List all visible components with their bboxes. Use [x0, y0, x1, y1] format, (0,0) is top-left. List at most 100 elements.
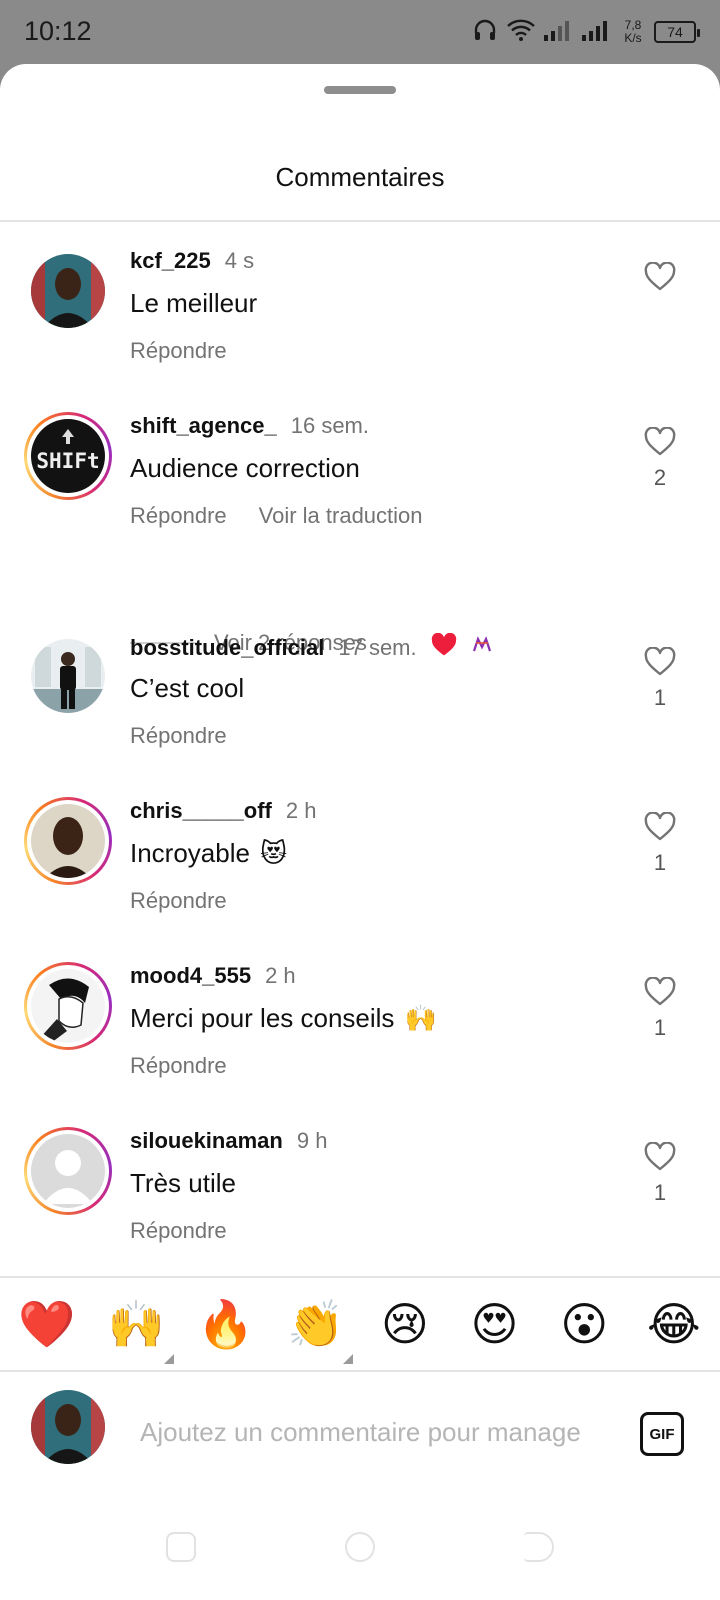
wifi-icon	[506, 18, 536, 47]
network-speed-value: 7,8	[624, 18, 642, 32]
network-speed: 7,8 K/s	[620, 19, 646, 45]
comment-text: Incroyable	[130, 838, 250, 868]
reply-button[interactable]: Répondre	[130, 888, 227, 914]
comments-sheet: Commentaires kcf_225 4 s Le meilleur Rép…	[0, 64, 720, 1600]
status-icons: 7,8 K/s 74	[472, 14, 700, 50]
current-user-avatar	[31, 1390, 105, 1464]
comment-time: 17 sem.	[338, 635, 417, 660]
like-button[interactable]: 1	[636, 1142, 684, 1206]
battery-icon: 74	[654, 21, 700, 43]
comment-item: chris_____off 2 h Incroyable 😻 Répondre …	[0, 794, 720, 934]
status-bar: 10:12 7,8 K/s 74	[0, 0, 720, 64]
like-count: 1	[653, 850, 667, 875]
system-nav-bar	[0, 1484, 720, 1600]
reply-button[interactable]: Répondre	[130, 723, 227, 749]
comment-item: kcf_225 4 s Le meilleur Répondre	[0, 244, 720, 384]
comment-time: 4 s	[224, 248, 255, 273]
comment-item: SHIFt shift_agence_ 16 sem. Audience cor…	[0, 409, 720, 549]
drag-handle[interactable]	[324, 86, 396, 94]
comment-text: Le meilleur	[130, 288, 258, 318]
avatar[interactable]	[24, 962, 112, 1050]
comments-list[interactable]: kcf_225 4 s Le meilleur Répondre SHIFt s…	[0, 222, 720, 1276]
emoji-crying-button[interactable]: 😢	[377, 1296, 433, 1352]
reply-button[interactable]: Répondre	[130, 338, 227, 364]
emoji-clap-button[interactable]: 👏	[287, 1296, 354, 1364]
comment-composer: GIF	[0, 1372, 720, 1484]
heart-outline-icon	[644, 1142, 676, 1171]
comment-username[interactable]: chris_____off	[130, 798, 272, 824]
sheet-title: Commentaires	[275, 162, 445, 192]
reply-button[interactable]: Répondre	[130, 1218, 227, 1244]
gif-button[interactable]: GIF	[640, 1412, 684, 1456]
like-count: 1	[653, 1015, 667, 1040]
comment-input[interactable]	[140, 1410, 610, 1454]
comment-item: bosstitude_official 17 sem. C’est cool R…	[0, 629, 720, 769]
avatar-photo	[31, 804, 105, 878]
like-button[interactable]: 1	[636, 977, 684, 1041]
home-button[interactable]	[345, 1532, 375, 1562]
signal-icon	[544, 19, 574, 46]
avatar[interactable]	[24, 797, 112, 885]
comment-emoji: 🙌	[404, 1003, 437, 1034]
skin-tone-indicator	[163, 1354, 174, 1364]
heart-outline-icon	[644, 262, 676, 291]
heart-outline-icon	[644, 977, 676, 1006]
comment-username[interactable]: shift_agence_	[130, 413, 277, 439]
reply-button[interactable]: Répondre	[130, 1053, 227, 1079]
like-count: 1	[653, 1180, 667, 1205]
heart-outline-icon	[644, 647, 676, 676]
comment-emoji: 😻	[259, 838, 288, 869]
signal-icon-2	[582, 19, 612, 46]
back-button[interactable]	[524, 1532, 554, 1562]
avatar[interactable]: SHIFt	[24, 412, 112, 500]
headphones-icon	[472, 17, 498, 48]
like-count: 2	[653, 465, 667, 490]
emoji-heart-button[interactable]: ❤️	[18, 1296, 75, 1352]
like-button[interactable]: 2	[636, 427, 684, 491]
emoji-heart-eyes-button[interactable]: 😍	[467, 1296, 523, 1352]
comment-item: mood4_555 2 h Merci pour les conseils 🙌 …	[0, 959, 720, 1099]
avatar-photo: SHIFt	[31, 419, 105, 493]
heart-outline-icon	[644, 427, 676, 456]
network-speed-unit: K/s	[624, 31, 642, 45]
gif-label: GIF	[649, 1425, 675, 1443]
comment-text: Merci pour les conseils	[130, 1003, 395, 1033]
recent-apps-button[interactable]	[166, 1532, 196, 1562]
comment-username[interactable]: mood4_555	[130, 963, 251, 989]
see-translation-button[interactable]: Voir la traduction	[259, 503, 423, 529]
avatar[interactable]	[31, 254, 105, 328]
comment-text: Très utile	[130, 1168, 236, 1198]
comment-username[interactable]: kcf_225	[130, 248, 211, 274]
avatar-photo	[31, 254, 105, 328]
emoji-raising-hands-label: 🙌	[107, 1297, 165, 1351]
comment-text: C’est cool	[130, 673, 245, 703]
skin-tone-indicator	[343, 1354, 354, 1364]
comment-username[interactable]: silouekinaman	[130, 1128, 283, 1154]
emoji-fire-button[interactable]: 🔥	[197, 1296, 254, 1352]
comment-time: 2 h	[285, 798, 317, 823]
default-avatar-icon	[31, 1134, 105, 1208]
like-button[interactable]: 1	[636, 812, 684, 876]
comment-time: 9 h	[296, 1128, 328, 1153]
like-button[interactable]: 1	[636, 647, 684, 711]
reply-button[interactable]: Répondre	[130, 503, 227, 529]
like-count: 1	[653, 685, 667, 710]
comment-time: 16 sem.	[290, 413, 369, 438]
status-time: 10:12	[24, 16, 92, 46]
avatar-photo	[31, 1390, 105, 1464]
shift-logo: SHIFt	[36, 449, 99, 473]
comment-text: Audience correction	[130, 453, 360, 483]
comment-username[interactable]: bosstitude_official	[130, 635, 324, 661]
avatar-photo	[31, 639, 105, 713]
avatar[interactable]	[24, 1127, 112, 1215]
emoji-raising-hands-button[interactable]: 🙌	[107, 1296, 174, 1364]
author-avatar-icon	[470, 634, 493, 662]
avatar-photo	[31, 969, 105, 1043]
emoji-surprised-button[interactable]: 😮	[556, 1296, 612, 1352]
emoji-laughing-button[interactable]: 😂	[646, 1296, 702, 1352]
emoji-quick-bar: ❤️ 🙌 🔥 👏 😢 😍 😮 😂	[0, 1276, 720, 1372]
avatar[interactable]	[31, 639, 105, 713]
like-button[interactable]	[636, 262, 684, 292]
heart-outline-icon	[644, 812, 676, 841]
comment-time: 2 h	[265, 963, 296, 988]
